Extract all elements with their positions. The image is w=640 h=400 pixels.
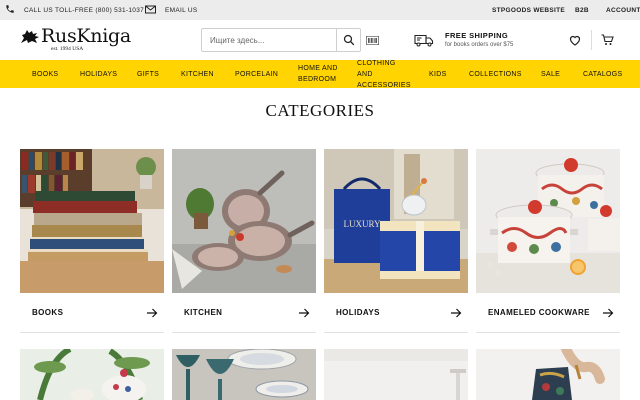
email-icon bbox=[145, 5, 156, 16]
category-card-porcelain-teapot[interactable] bbox=[20, 349, 164, 400]
shipping-title: FREE SHIPPING bbox=[445, 30, 509, 40]
category-card-books[interactable]: BOOKS bbox=[20, 149, 164, 333]
luxury-box-text: LUXURY bbox=[343, 219, 381, 229]
nav-item-porcelain[interactable]: PORCELAIN bbox=[235, 60, 278, 88]
nav-item-collections[interactable]: COLLECTIONS bbox=[469, 60, 522, 88]
category-card-enameled-cookware-footer: ENAMELED COOKWARE bbox=[476, 293, 620, 333]
main-nav: BOOKS HOLIDAYS GIFTS KITCHEN PORCELAIN H… bbox=[0, 60, 640, 89]
truck-icon bbox=[414, 34, 434, 47]
stpgoods-website-link[interactable]: STPGOODS WEBSITE bbox=[492, 0, 565, 20]
category-card-clothing[interactable] bbox=[476, 349, 620, 400]
glassware-image bbox=[172, 349, 316, 400]
email-label: EMAIL US bbox=[165, 6, 198, 14]
site-header: RusKniga est. 1994 USA FREE SHIPPING for… bbox=[0, 20, 640, 60]
category-card-enameled-cookware[interactable]: ENAMELED COOKWARE bbox=[476, 149, 620, 333]
b2b-link[interactable]: B2B bbox=[575, 0, 589, 20]
site-logo[interactable]: RusKniga est. 1994 USA bbox=[20, 27, 131, 55]
category-card-kitchen-footer: KITCHEN bbox=[172, 293, 316, 333]
category-card-home-decor[interactable] bbox=[324, 349, 468, 400]
nav-item-catalogs[interactable]: CATALOGS bbox=[583, 60, 622, 88]
category-card-holidays-footer: HOLIDAYS bbox=[324, 293, 468, 333]
arrow-right-icon bbox=[299, 308, 310, 317]
nav-item-kitchen[interactable]: KITCHEN bbox=[181, 60, 214, 88]
category-card-books-footer: BOOKS bbox=[20, 293, 164, 333]
category-label-kitchen: KITCHEN bbox=[184, 308, 223, 317]
category-label-books: BOOKS bbox=[32, 308, 64, 317]
cart-button[interactable] bbox=[599, 32, 615, 48]
home-decor-image bbox=[324, 349, 468, 400]
nav-item-kids[interactable]: KIDS bbox=[429, 60, 447, 88]
kitchen-image bbox=[172, 149, 316, 293]
search-icon bbox=[343, 34, 354, 46]
categories-title: CATEGORIES bbox=[265, 101, 375, 120]
heart-icon bbox=[569, 35, 581, 46]
top-utility-bar: CALL US TOLL-FREE (800) 531-1037 EMAIL U… bbox=[0, 0, 640, 20]
phone-icon bbox=[5, 4, 15, 16]
nav-item-books[interactable]: BOOKS bbox=[32, 60, 58, 88]
arrow-right-icon bbox=[603, 308, 614, 317]
barcode-icon bbox=[365, 35, 379, 45]
shipping-subtitle: for books orders over $75 bbox=[445, 41, 514, 48]
email-link[interactable]: EMAIL US bbox=[145, 0, 198, 20]
search-box bbox=[201, 28, 361, 52]
category-card-holidays[interactable]: LUXURY HOLIDAYS bbox=[324, 149, 468, 333]
porcelain-image bbox=[20, 349, 164, 400]
header-divider bbox=[591, 30, 592, 50]
cart-icon bbox=[601, 34, 614, 45]
phone-label: CALL US TOLL-FREE (800) 531-1037 bbox=[24, 6, 145, 14]
phone-link[interactable]: CALL US TOLL-FREE (800) 531-1037 bbox=[5, 0, 144, 20]
nav-item-gifts[interactable]: GIFTS bbox=[137, 60, 159, 88]
books-image bbox=[20, 149, 164, 293]
arrow-right-icon bbox=[451, 308, 462, 317]
nav-item-holidays[interactable]: HOLIDAYS bbox=[80, 60, 117, 88]
search-button[interactable] bbox=[336, 29, 360, 51]
category-card-kitchen[interactable]: KITCHEN bbox=[172, 149, 316, 333]
arrow-right-icon bbox=[147, 308, 158, 317]
account-link[interactable]: ACCOUNT bbox=[606, 0, 640, 20]
search-input[interactable] bbox=[202, 29, 336, 51]
holidays-image: LUXURY bbox=[324, 149, 468, 293]
clothing-image bbox=[476, 349, 620, 400]
knight-logo-icon bbox=[21, 30, 39, 43]
nav-item-sale[interactable]: SALE bbox=[541, 60, 560, 88]
wishlist-button[interactable] bbox=[567, 32, 583, 48]
category-label-enameled-cookware: ENAMELED COOKWARE bbox=[488, 308, 590, 317]
category-card-glassware[interactable] bbox=[172, 349, 316, 400]
free-shipping-banner: FREE SHIPPING for books orders over $75 bbox=[414, 29, 513, 51]
logo-name: RusKniga bbox=[41, 25, 131, 47]
nav-item-clothing-and-accessories[interactable]: CLOTHING AND ACCESSORIES bbox=[357, 60, 411, 89]
nav-item-home-and-bedroom[interactable]: HOME AND BEDROOM bbox=[298, 60, 338, 88]
enameled-cookware-image bbox=[476, 149, 620, 293]
barcode-scan-button[interactable] bbox=[365, 33, 379, 47]
category-label-holidays: HOLIDAYS bbox=[336, 308, 380, 317]
logo-tagline: est. 1994 USA bbox=[51, 46, 84, 52]
